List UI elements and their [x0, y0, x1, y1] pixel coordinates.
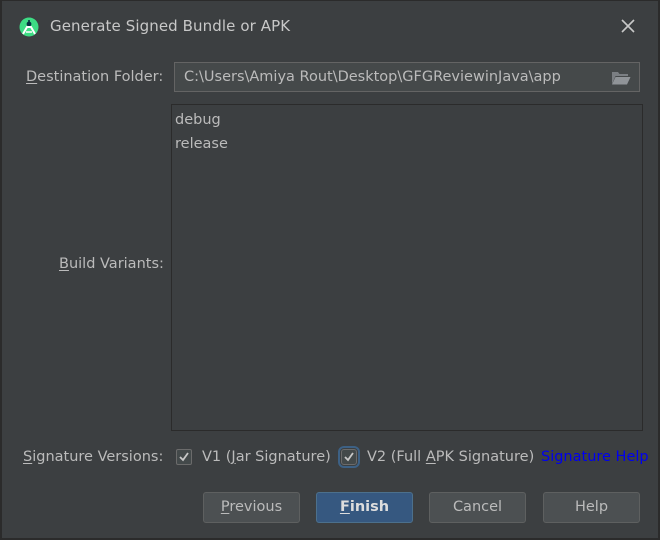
cancel-button[interactable]: Cancel	[429, 492, 526, 523]
v1-checkbox[interactable]	[176, 449, 192, 465]
build-variants-label: Build Variants:	[59, 256, 164, 272]
mnemonic: D	[26, 69, 38, 85]
destination-folder-field[interactable]: C:\Users\Amiya Rout\Desktop\GFGReviewinJ…	[174, 62, 640, 92]
label-text: PK Signature)	[435, 449, 535, 465]
build-variant-item-debug[interactable]: debug	[175, 112, 221, 128]
mnemonic: A	[425, 449, 436, 465]
label-text: ignature Versions:	[32, 449, 164, 465]
folder-open-icon[interactable]	[611, 70, 631, 85]
label-text: V1 (	[202, 449, 232, 465]
finish-button[interactable]: Finish	[316, 492, 413, 523]
mnemonic: F	[339, 499, 350, 515]
v2-checkbox-label[interactable]: V2 (Full APK Signature)	[367, 449, 534, 465]
button-label: inish	[349, 499, 390, 515]
title-bar[interactable]: Generate Signed Bundle or APK	[2, 1, 660, 53]
build-variant-item-release[interactable]: release	[175, 136, 228, 152]
label-text: estination Folder:	[37, 69, 164, 85]
button-label: revious	[229, 499, 283, 515]
help-button[interactable]: Help	[543, 492, 640, 523]
destination-folder-input[interactable]: C:\Users\Amiya Rout\Desktop\GFGReviewinJ…	[184, 69, 561, 85]
checkmark-icon	[344, 452, 354, 462]
label-text: ar Signature)	[235, 449, 331, 465]
previous-button[interactable]: Previous	[203, 492, 300, 523]
label-text: uild Variants:	[68, 256, 164, 272]
label-text: V2 (Full	[367, 449, 426, 465]
v2-checkbox[interactable]	[338, 446, 360, 468]
mnemonic: B	[59, 256, 69, 272]
build-variants-list[interactable]: debug release	[171, 104, 643, 431]
mnemonic: S	[23, 449, 33, 465]
v1-checkbox-label[interactable]: V1 (Jar Signature)	[202, 449, 331, 465]
close-icon[interactable]	[618, 16, 638, 36]
destination-folder-label: Destination Folder:	[26, 69, 163, 85]
signature-help-link[interactable]: Signature Help	[541, 449, 649, 465]
dialog-window: Generate Signed Bundle or APK Destinatio…	[0, 0, 660, 540]
checkmark-icon	[179, 452, 189, 462]
signature-versions-label: Signature Versions:	[23, 449, 163, 465]
android-studio-icon	[19, 17, 39, 37]
dialog-title: Generate Signed Bundle or APK	[50, 17, 291, 35]
